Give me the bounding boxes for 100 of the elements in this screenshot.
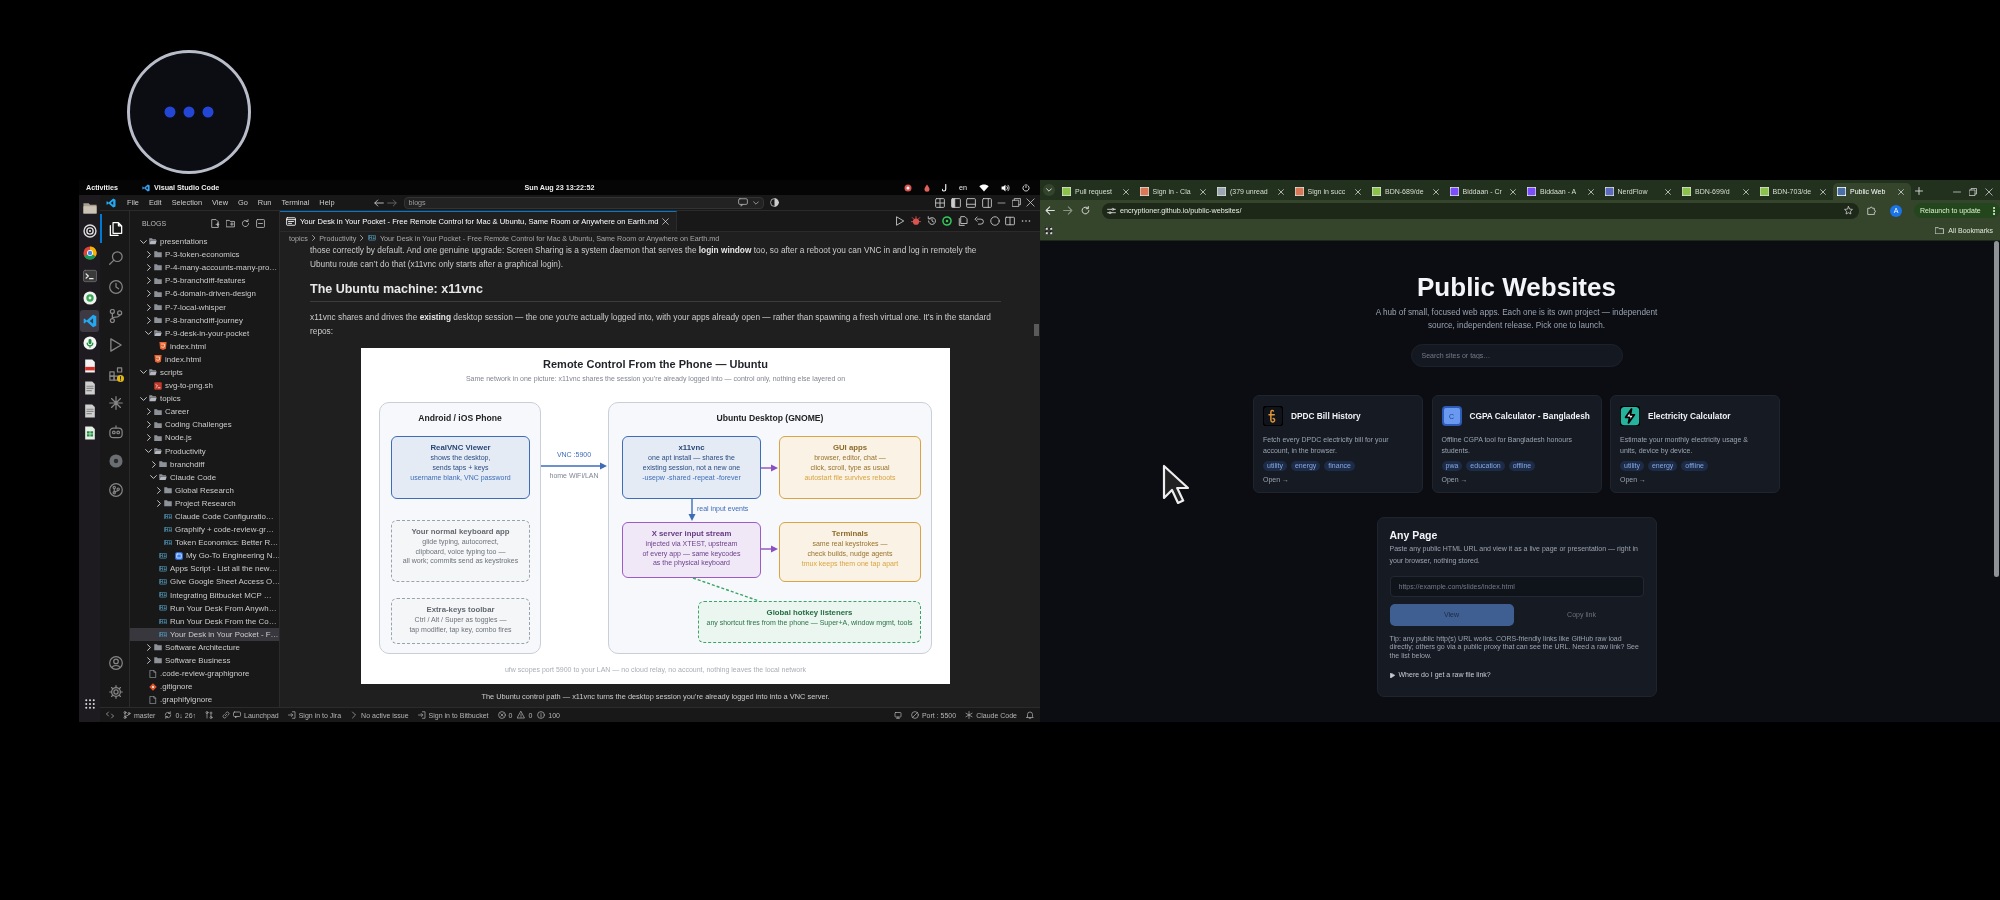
- folder-icon: [159, 460, 167, 468]
- git-graph-icon: [108, 482, 123, 497]
- markdown-icon: [164, 539, 172, 546]
- history-icon[interactable]: [926, 216, 937, 226]
- disc-icon: [82, 291, 97, 306]
- scrollbar-thumb[interactable]: [1034, 324, 1039, 336]
- power-icon[interactable]: [1022, 183, 1030, 192]
- caret-icon[interactable]: [752, 200, 759, 205]
- puzzle-icon[interactable]: [1867, 206, 1876, 215]
- ellipsis-icon: [164, 106, 214, 118]
- volume-icon[interactable]: [1001, 183, 1010, 192]
- wifi-icon[interactable]: [979, 183, 989, 192]
- refresh-icon[interactable]: [241, 218, 250, 228]
- back-icon[interactable]: [1045, 206, 1055, 215]
- close-icon[interactable]: [1026, 198, 1035, 207]
- droplet-icon[interactable]: [924, 183, 930, 192]
- sidebar-left-icon[interactable]: [950, 197, 961, 208]
- close-icon[interactable]: [1510, 188, 1516, 195]
- layout-icon[interactable]: [935, 197, 945, 208]
- terminal-icon: [82, 268, 97, 283]
- folder-open-icon: [159, 474, 167, 481]
- ring-icon[interactable]: [942, 216, 953, 226]
- site-info-icon[interactable]: [1107, 206, 1116, 215]
- clock-icon: [108, 279, 123, 294]
- hook-icon[interactable]: [942, 183, 947, 192]
- minimize-icon[interactable]: [997, 201, 1006, 204]
- play-icon[interactable]: [895, 216, 905, 226]
- diagram-title: Remote Control From the Phone — Ubuntu: [542, 357, 769, 371]
- status-item[interactable]: [106, 708, 114, 722]
- diamond-icon: [149, 682, 157, 691]
- restore-icon[interactable]: [1969, 187, 1977, 196]
- close-icon[interactable]: [1122, 188, 1129, 195]
- close-icon[interactable]: [1432, 188, 1439, 195]
- asterisk-icon: [108, 395, 123, 410]
- markdown-icon: [159, 631, 167, 638]
- panel-icon[interactable]: [966, 197, 976, 208]
- close-icon[interactable]: [1742, 188, 1749, 195]
- new-tab-button[interactable]: [1912, 185, 1925, 197]
- status-item[interactable]: [1026, 708, 1034, 722]
- sidebar-right-icon[interactable]: [981, 197, 992, 208]
- apps-grid-icon[interactable]: [1045, 226, 1053, 235]
- chat-icon[interactable]: [737, 198, 748, 207]
- markdown-icon: [159, 592, 167, 598]
- close-icon[interactable]: [1200, 188, 1206, 195]
- markdown-icon: [367, 235, 376, 241]
- file-icon: [149, 695, 157, 704]
- close-icon[interactable]: [1897, 188, 1904, 195]
- robot-icon: [108, 424, 123, 439]
- undo-icon[interactable]: [973, 216, 984, 226]
- circle-slash-icon: [910, 711, 919, 719]
- compare-icon: [205, 711, 214, 719]
- circle-icon[interactable]: [989, 216, 1000, 226]
- sign-in-icon: [287, 711, 296, 719]
- bug-icon[interactable]: [910, 216, 921, 226]
- ring-icon: [82, 223, 97, 238]
- close-icon[interactable]: [1277, 188, 1284, 195]
- plus-icon: [1914, 187, 1923, 195]
- paragraph: x11vnc shares and drives the existing desktop session — the one you’re actually logged into, with your apps already open — rather than spawning a fresh virtual one. It’s in the standard repos:: [310, 311, 992, 338]
- bolt-icon: [1620, 406, 1640, 427]
- group-title: Ubuntu Desktop (GNOME): [716, 413, 824, 424]
- chevron-icon: [311, 235, 316, 241]
- forward-icon[interactable]: [1063, 206, 1073, 215]
- scrollbar-thumb[interactable]: [1994, 241, 1999, 577]
- new-file-icon[interactable]: [211, 218, 220, 228]
- close-icon[interactable]: [1665, 188, 1671, 195]
- file-icon: [149, 669, 157, 678]
- folder-icon: [1935, 226, 1945, 235]
- close-icon[interactable]: [1985, 187, 1993, 196]
- collapse-icon[interactable]: [256, 218, 265, 228]
- chevron-icon: [360, 235, 364, 241]
- account-icon: [108, 655, 123, 670]
- back-icon[interactable]: [373, 198, 384, 207]
- new-folder-icon[interactable]: [226, 218, 235, 228]
- copy-file-icon[interactable]: [958, 216, 968, 226]
- close-icon[interactable]: [1820, 188, 1826, 195]
- markdown-icon: [164, 513, 172, 520]
- chat-icon: [233, 711, 242, 719]
- markdown-icon: [159, 566, 167, 572]
- preview-icon: [286, 217, 296, 226]
- document-icon: [82, 381, 97, 396]
- editor-icon: [141, 183, 150, 192]
- blocks-icon: [108, 366, 123, 381]
- terminal-file-icon: [154, 381, 162, 390]
- shield-icon: [159, 342, 167, 351]
- close-icon[interactable]: [1355, 188, 1361, 195]
- record-icon[interactable]: [904, 183, 912, 192]
- close-icon[interactable]: [1587, 188, 1594, 195]
- tab-search-button[interactable]: [1043, 184, 1055, 196]
- reload-icon[interactable]: [1081, 206, 1090, 215]
- currency-icon: [1263, 406, 1283, 427]
- minimize-icon[interactable]: [1953, 190, 1961, 193]
- split-icon[interactable]: [1005, 216, 1016, 226]
- status-item[interactable]: [205, 708, 214, 722]
- page-title: Public Websites: [1417, 272, 1616, 302]
- shield-icon: [154, 355, 162, 364]
- half-circle-icon[interactable]: [769, 198, 779, 207]
- editor-icon: [82, 313, 97, 328]
- dock-item[interactable]: [80, 309, 99, 332]
- star-icon[interactable]: [1844, 206, 1853, 215]
- restore-icon[interactable]: [1011, 198, 1021, 207]
